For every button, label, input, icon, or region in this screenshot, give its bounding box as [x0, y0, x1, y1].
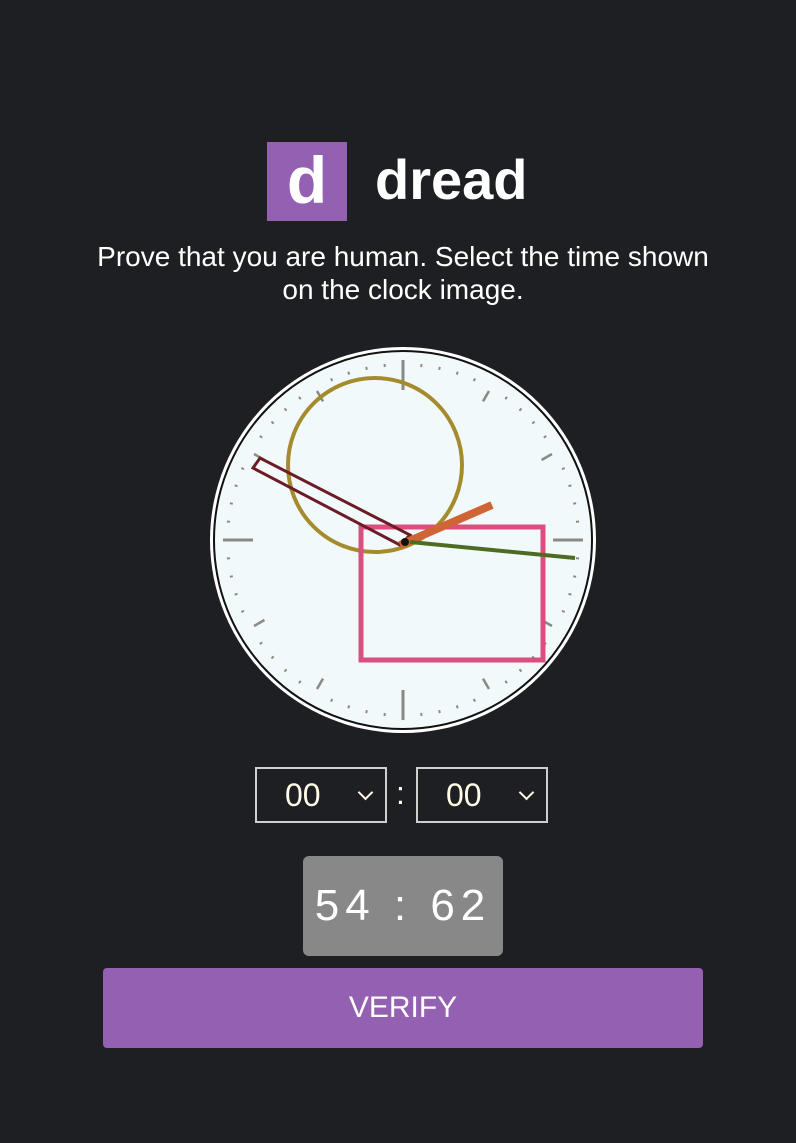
clock-tick [259, 435, 263, 439]
clock-tick [229, 502, 234, 505]
clock-tick [438, 366, 441, 371]
clock-tick [504, 680, 508, 684]
clock-tick [568, 592, 572, 596]
clock-tick [561, 609, 566, 613]
clock-tick [330, 698, 334, 703]
clock-tick [229, 575, 234, 578]
time-separator: : [396, 775, 405, 811]
captcha-code: 54 : 62 [303, 856, 503, 956]
clock-tick [455, 705, 459, 709]
clock-tick [240, 467, 245, 471]
chevron-down-icon [518, 784, 535, 801]
minute-select[interactable]: 00 [416, 767, 548, 823]
clock-tick [572, 502, 577, 505]
clock-tick [234, 592, 238, 596]
logo: d [267, 142, 347, 221]
clock-tick [472, 377, 476, 382]
site-name: dread [375, 148, 528, 211]
clock-tick [259, 641, 263, 645]
hour-value: 00 [285, 777, 321, 813]
clock-tick [365, 709, 368, 714]
chevron-down-icon [357, 784, 374, 801]
clock-tick [347, 371, 351, 375]
captcha-instructions: Prove that you are human. Select the tim… [97, 241, 709, 305]
clock-tick [572, 575, 577, 578]
clock-tick [543, 435, 547, 439]
verify-button[interactable]: VERIFY [103, 968, 703, 1048]
logo-letter: d [286, 143, 328, 217]
minute-value: 00 [446, 777, 482, 813]
clock-tick [472, 698, 476, 703]
clock-tick [438, 709, 441, 714]
clock-tick [240, 609, 245, 613]
clock-tick [504, 396, 508, 400]
clock-tick [298, 396, 302, 400]
clock-tick [561, 467, 566, 471]
clock-tick [330, 377, 334, 382]
clock-tick [234, 484, 238, 488]
clock-tick [365, 366, 368, 371]
clock-tick [347, 705, 351, 709]
clock-image [210, 347, 596, 733]
clock-tick [568, 484, 572, 488]
clock-tick [298, 680, 302, 684]
clock-tick [455, 371, 459, 375]
hour-select[interactable]: 00 [255, 767, 387, 823]
